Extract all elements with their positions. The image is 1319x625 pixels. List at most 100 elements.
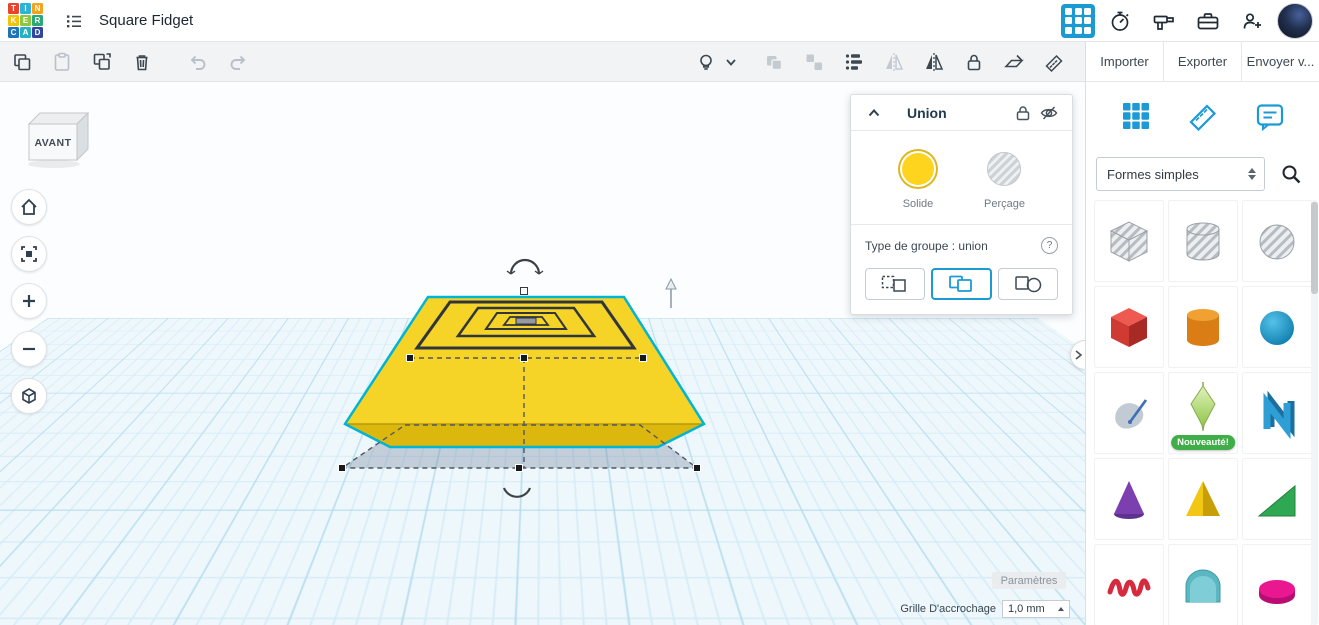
solid-option[interactable]: Solide — [898, 149, 938, 210]
redo-button[interactable] — [221, 45, 255, 79]
hole-swatch — [987, 152, 1022, 186]
lock-shape-button[interactable] — [1010, 100, 1036, 126]
perspective-toggle-button[interactable] — [11, 378, 47, 414]
home-view-button[interactable] — [11, 189, 47, 225]
align-button[interactable] — [837, 45, 871, 79]
shape-sphere-transparent[interactable] — [1242, 200, 1312, 282]
shape-pyramid[interactable] — [1168, 458, 1238, 540]
ruler-icon — [1045, 54, 1063, 72]
zoom-in-button[interactable] — [11, 283, 47, 319]
chevron-up-icon — [868, 108, 880, 116]
snap-grid-select[interactable]: 1,0 mm — [1002, 600, 1070, 618]
align-icon — [845, 53, 862, 70]
shape-category-select[interactable]: Formes simples — [1096, 157, 1265, 191]
scrollbar[interactable] — [1311, 200, 1318, 625]
group-type-union-button[interactable] — [930, 268, 993, 300]
shape-wedge[interactable] — [1242, 458, 1312, 540]
shape-cone[interactable] — [1094, 458, 1164, 540]
minus-icon — [23, 347, 35, 351]
shape-box-transparent[interactable] — [1094, 200, 1164, 282]
avatar[interactable] — [1277, 2, 1313, 39]
padlock-icon — [1016, 105, 1030, 120]
search-icon — [1282, 165, 1301, 184]
inspector-header: Union — [851, 95, 1072, 131]
settings-button[interactable]: Paramètres — [992, 572, 1066, 589]
home-icon — [21, 198, 37, 215]
plus-icon — [23, 295, 35, 307]
select-arrows-icon — [1248, 168, 1256, 180]
briefcase-icon — [1197, 12, 1219, 29]
shapes-sidebar: Importer Exporter Envoyer v... Formes si… — [1085, 42, 1319, 625]
shape-text-red[interactable] — [1094, 544, 1164, 625]
workplane-button[interactable] — [997, 45, 1031, 79]
snap-grid-label: Grille D'accrochage — [900, 603, 996, 615]
material-options: Solide Perçage — [851, 131, 1072, 224]
tinkercad-logo[interactable]: T I N K E R C A D — [8, 3, 43, 38]
design-title: Square Fidget — [99, 12, 194, 29]
flip-button[interactable] — [877, 45, 911, 79]
ruler-tool-button[interactable] — [1181, 94, 1225, 138]
view-cube-front-label: AVANT — [34, 137, 71, 149]
group-type-mixed-button[interactable] — [998, 268, 1059, 300]
briefcase-button[interactable] — [1189, 2, 1227, 40]
shape-scribble[interactable] — [1094, 372, 1164, 454]
timer-button[interactable] — [1101, 2, 1139, 40]
logo-letter: R — [32, 15, 43, 26]
search-button[interactable] — [1273, 156, 1309, 192]
notes-icon — [1256, 104, 1283, 131]
group-type-outline-button[interactable] — [865, 268, 925, 300]
drill-button[interactable] — [1145, 2, 1183, 40]
height-handle[interactable] — [665, 277, 677, 308]
duplicate-button[interactable] — [85, 45, 119, 79]
show-all-menu-button[interactable] — [723, 45, 739, 79]
flip-icon — [886, 52, 904, 71]
collapse-panel-button[interactable] — [861, 100, 887, 126]
logo-letter: D — [32, 27, 43, 38]
lock-button[interactable] — [957, 45, 991, 79]
apps-grid-icon[interactable] — [1061, 3, 1095, 38]
copy-button[interactable] — [5, 45, 39, 79]
caret-up-icon — [1058, 607, 1064, 611]
scrollbar-thumb[interactable] — [1311, 202, 1318, 294]
shape-box-red[interactable] — [1094, 286, 1164, 368]
fit-view-button[interactable] — [11, 236, 47, 272]
duplicate-icon — [93, 52, 111, 70]
logo-letter: C — [8, 27, 19, 38]
group-button[interactable] — [757, 45, 791, 79]
lock-icon — [967, 54, 981, 70]
invite-button[interactable] — [1233, 2, 1271, 40]
ruler-button[interactable] — [1037, 45, 1071, 79]
help-button[interactable]: ? — [1041, 237, 1058, 254]
shape-sphere-blue[interactable] — [1242, 286, 1312, 368]
delete-button[interactable] — [125, 45, 159, 79]
tinkercad-app: T I N K E R C A D Square Fidget AVANT Pa… — [0, 0, 1319, 625]
file-actions: Importer Exporter Envoyer v... — [1086, 42, 1319, 82]
shape-disc-pink[interactable] — [1242, 544, 1312, 625]
view-cube[interactable]: AVANT — [20, 106, 94, 170]
undo-button[interactable] — [181, 45, 215, 79]
shape-round-roof[interactable] — [1168, 544, 1238, 625]
hole-option[interactable]: Perçage — [984, 149, 1025, 210]
shape-cylinder-transparent[interactable] — [1168, 200, 1238, 282]
design-menu-button[interactable] — [57, 4, 91, 38]
logo-letter: E — [20, 15, 31, 26]
import-button[interactable]: Importer — [1086, 42, 1163, 81]
zoom-out-button[interactable] — [11, 331, 47, 367]
ungroup-button[interactable] — [797, 45, 831, 79]
notes-tool-button[interactable] — [1248, 94, 1292, 138]
workplane-icon — [1004, 54, 1024, 67]
send-button[interactable]: Envoyer v... — [1241, 42, 1319, 81]
inspector-title: Union — [907, 104, 947, 121]
export-button[interactable]: Exporter — [1163, 42, 1241, 81]
shape-cylinder-orange[interactable] — [1168, 286, 1238, 368]
shape-spinning-top[interactable]: Nouveauté! — [1168, 372, 1238, 454]
shape-text-letters[interactable] — [1242, 372, 1312, 454]
show-all-button[interactable] — [689, 45, 723, 79]
canvas-tools — [1086, 82, 1319, 150]
mirror-button[interactable] — [917, 45, 951, 79]
hide-shape-button[interactable] — [1036, 100, 1062, 126]
workplane-tool-button[interactable] — [1114, 94, 1158, 138]
square-circle-icon — [1015, 276, 1042, 293]
paste-button[interactable] — [45, 45, 79, 79]
eye-off-icon — [1040, 105, 1058, 120]
